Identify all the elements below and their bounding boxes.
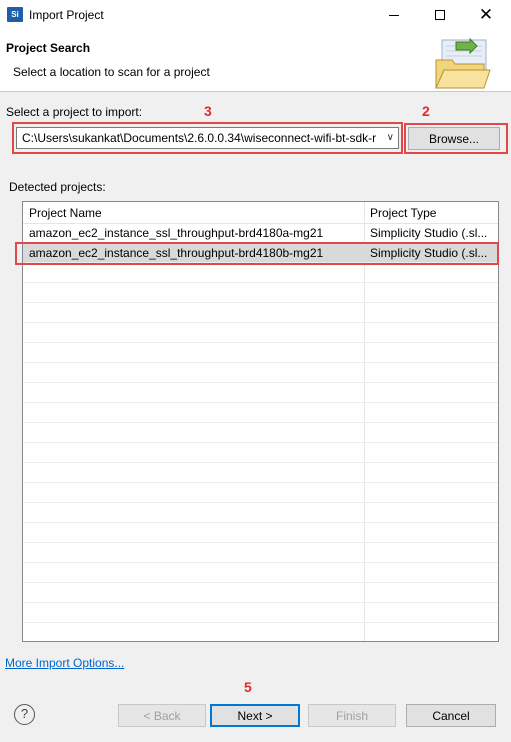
column-header-name[interactable]: Project Name	[29, 206, 102, 220]
maximize-button[interactable]	[417, 0, 463, 30]
maximize-icon	[435, 10, 445, 20]
empty-row	[23, 344, 498, 363]
help-button[interactable]: ?	[14, 704, 35, 725]
empty-row	[23, 444, 498, 463]
help-icon: ?	[20, 706, 29, 721]
empty-row	[23, 284, 498, 303]
close-icon: ✕	[478, 5, 494, 24]
page-subtitle: Select a location to scan for a project	[13, 65, 210, 79]
empty-row	[23, 624, 498, 641]
empty-row	[23, 384, 498, 403]
minimize-button[interactable]	[371, 0, 417, 30]
highlight-box-selected-row	[15, 242, 499, 265]
project-name-cell: amazon_ec2_instance_ssl_throughput-brd41…	[29, 226, 324, 240]
empty-row	[23, 304, 498, 323]
folder-import-icon	[435, 38, 491, 89]
empty-row	[23, 404, 498, 423]
highlight-box-browse	[404, 123, 508, 154]
table-header: Project Name Project Type	[23, 202, 498, 224]
minimize-icon	[389, 14, 399, 16]
empty-row	[23, 324, 498, 343]
app-icon: Si	[7, 7, 23, 22]
empty-row	[23, 364, 498, 383]
cancel-button[interactable]: Cancel	[406, 704, 496, 727]
back-button: < Back	[118, 704, 206, 727]
next-button[interactable]: Next >	[210, 704, 300, 727]
close-button[interactable]: ✕	[463, 0, 509, 30]
column-header-type[interactable]: Project Type	[370, 206, 436, 220]
window-title: Import Project	[29, 8, 104, 22]
wizard-header: Project Search Select a location to scan…	[0, 30, 511, 92]
empty-row	[23, 484, 498, 503]
title-bar: Si Import Project ✕	[0, 0, 511, 30]
empty-row	[23, 504, 498, 523]
annotation-5: 5	[244, 679, 252, 695]
detected-label: Detected projects:	[9, 180, 106, 194]
empty-row	[23, 604, 498, 623]
project-type-cell: Simplicity Studio (.sl...	[370, 226, 488, 240]
empty-row	[23, 544, 498, 563]
finish-button: Finish	[308, 704, 396, 727]
more-import-options-link[interactable]: More Import Options...	[5, 656, 124, 670]
annotation-3: 3	[204, 103, 212, 119]
page-title: Project Search	[6, 41, 91, 55]
location-label: Select a project to import:	[6, 105, 143, 119]
projects-table[interactable]: Project Name Project Type amazon_ec2_ins…	[22, 201, 499, 642]
empty-row	[23, 424, 498, 443]
annotation-2: 2	[422, 103, 430, 119]
empty-row	[23, 584, 498, 603]
empty-row	[23, 464, 498, 483]
table-row[interactable]: amazon_ec2_instance_ssl_throughput-brd41…	[23, 224, 498, 243]
empty-row	[23, 564, 498, 583]
empty-row	[23, 264, 498, 283]
highlight-box-location	[12, 122, 403, 154]
empty-row	[23, 524, 498, 543]
